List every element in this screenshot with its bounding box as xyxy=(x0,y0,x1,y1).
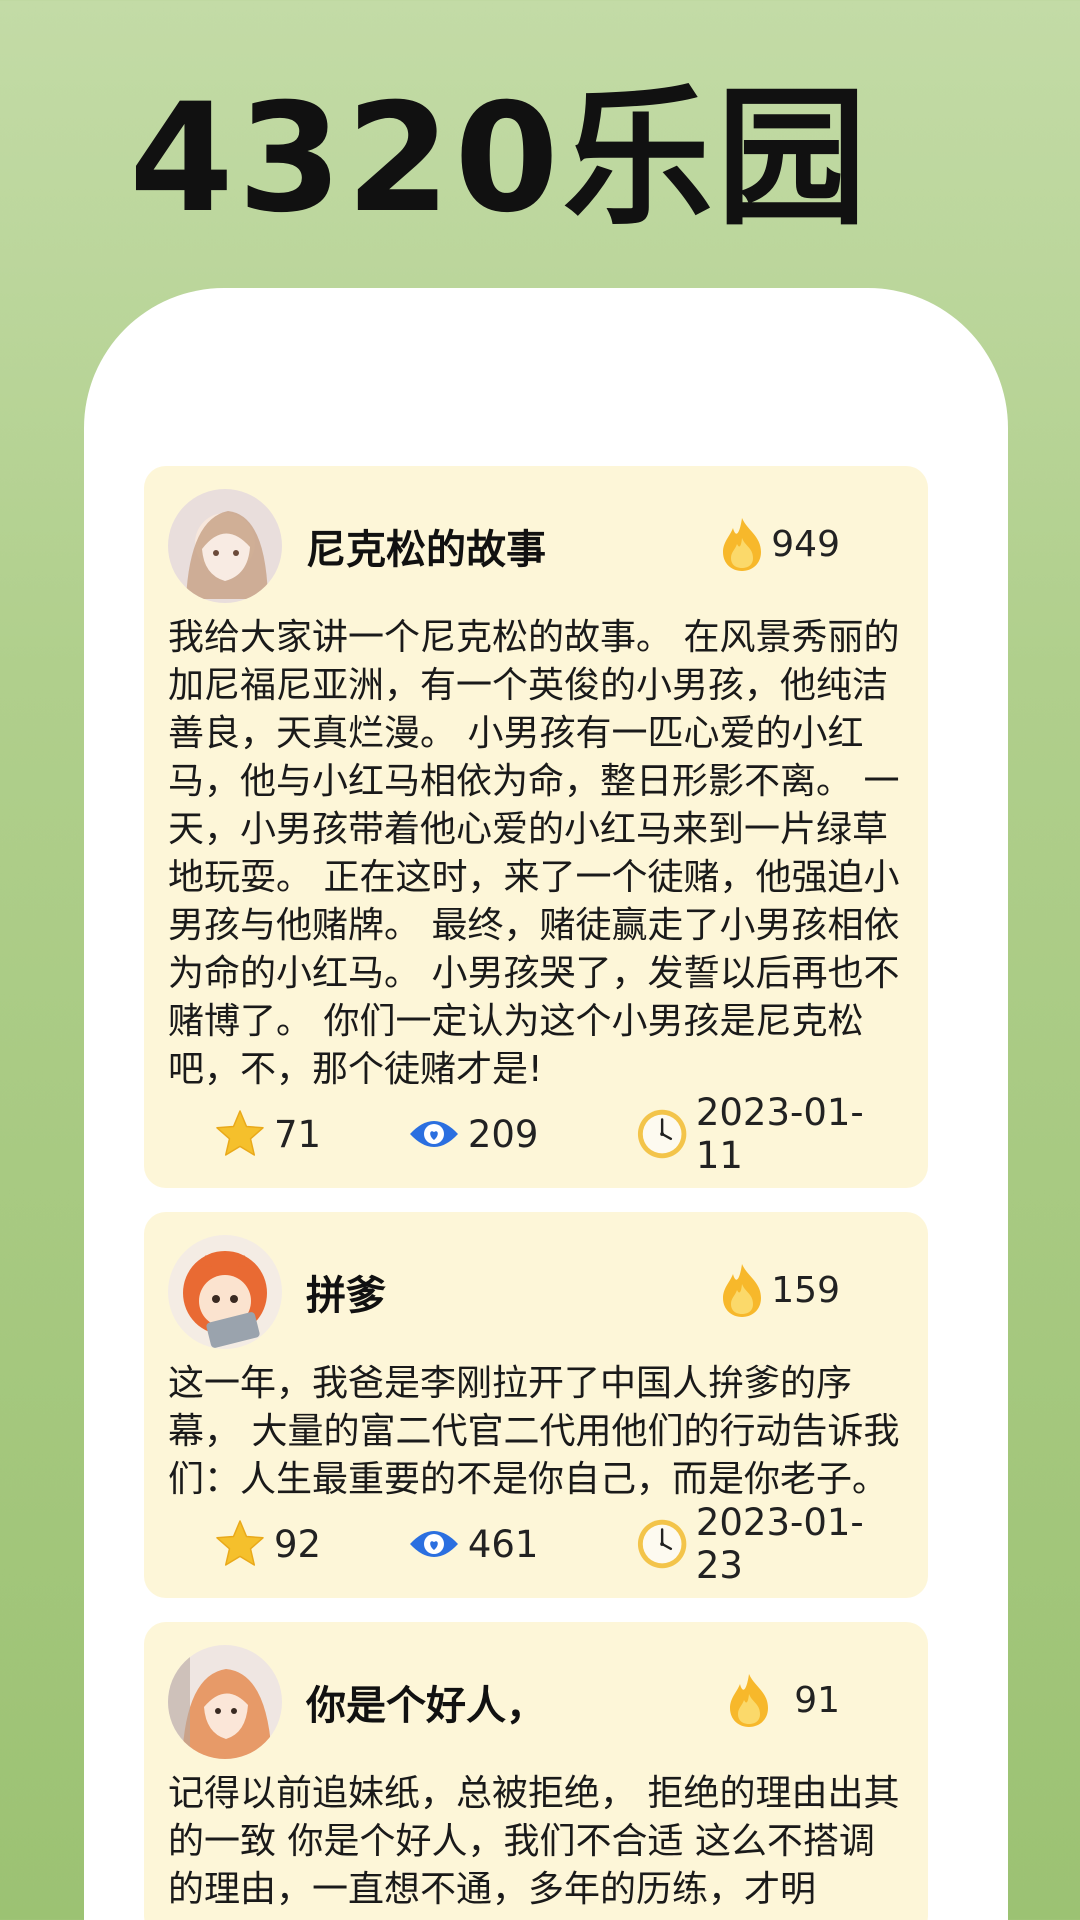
view-count: 209 xyxy=(408,1113,636,1156)
post-body[interactable]: 记得以前追妹纸，总被拒绝， 拒绝的理由出其的一致 你是个好人，我们不合适 这么不… xyxy=(168,1770,904,1914)
avatar[interactable] xyxy=(168,489,282,603)
post-title[interactable]: 尼克松的故事 xyxy=(306,517,546,575)
post-date: 2023-01-11 xyxy=(636,1091,904,1177)
phone-frame: 尼克松的故事 949 我给大家讲一个尼克松的故事。 在风景秀丽的加尼福尼亚洲，有… xyxy=(84,288,1008,1920)
clock-icon xyxy=(637,1519,686,1569)
post-header: 尼克松的故事 949 xyxy=(168,488,904,604)
hot-value: 949 xyxy=(771,523,840,565)
star-value: 92 xyxy=(274,1522,322,1566)
avatar[interactable] xyxy=(168,1645,282,1759)
post-header: 拼爹 159 xyxy=(168,1234,904,1350)
hot-value: 91 xyxy=(794,1679,840,1721)
star-icon xyxy=(216,1520,264,1566)
hot-count: 159 xyxy=(717,1262,840,1318)
hot-count: 949 xyxy=(717,516,840,572)
view-value: 209 xyxy=(467,1112,539,1156)
star-count[interactable]: 92 xyxy=(214,1519,408,1569)
flame-icon xyxy=(730,1674,769,1727)
hot-count: 91 xyxy=(724,1672,840,1728)
eye-icon xyxy=(409,1531,458,1557)
flame-icon xyxy=(723,518,762,571)
post-title[interactable]: 你是个好人， xyxy=(306,1673,546,1731)
flame-icon xyxy=(723,1264,762,1317)
post-title[interactable]: 拼爹 xyxy=(306,1263,386,1321)
star-count[interactable]: 71 xyxy=(214,1109,408,1159)
view-count: 461 xyxy=(408,1523,636,1566)
date-value: 2023-01-23 xyxy=(695,1501,864,1587)
hot-value: 159 xyxy=(771,1269,840,1311)
avatar[interactable] xyxy=(168,1235,282,1349)
post-card[interactable]: 拼爹 159 这一年，我爸是李刚拉开了中国人拚爹的序幕， 大量的富二代官二代用他… xyxy=(144,1212,928,1598)
eye-icon xyxy=(409,1121,458,1147)
app-title: 4320乐园 xyxy=(129,72,871,246)
post-header: 你是个好人， 91 xyxy=(168,1644,904,1760)
view-value: 461 xyxy=(467,1522,539,1566)
post-body[interactable]: 这一年，我爸是李刚拉开了中国人拚爹的序幕， 大量的富二代官二代用他们的行动告诉我… xyxy=(168,1360,904,1504)
star-icon xyxy=(216,1110,264,1156)
post-meta: 71 209 2023-01-11 xyxy=(168,1091,904,1177)
post-card[interactable]: 尼克松的故事 949 我给大家讲一个尼克松的故事。 在风景秀丽的加尼福尼亚洲，有… xyxy=(144,466,928,1188)
post-meta: 92 461 2023-01-23 xyxy=(168,1501,904,1587)
post-feed[interactable]: 尼克松的故事 949 我给大家讲一个尼克松的故事。 在风景秀丽的加尼福尼亚洲，有… xyxy=(144,466,928,1920)
post-date: 2023-01-23 xyxy=(636,1501,904,1587)
star-value: 71 xyxy=(274,1112,322,1156)
post-card[interactable]: 你是个好人， 91 记得以前追妹纸，总被拒绝， 拒绝的理由出其的一致 你是个好人… xyxy=(144,1622,928,1920)
date-value: 2023-01-11 xyxy=(695,1091,864,1177)
post-body[interactable]: 我给大家讲一个尼克松的故事。 在风景秀丽的加尼福尼亚洲，有一个英俊的小男孩，他纯… xyxy=(168,614,904,1094)
clock-icon xyxy=(637,1109,686,1159)
